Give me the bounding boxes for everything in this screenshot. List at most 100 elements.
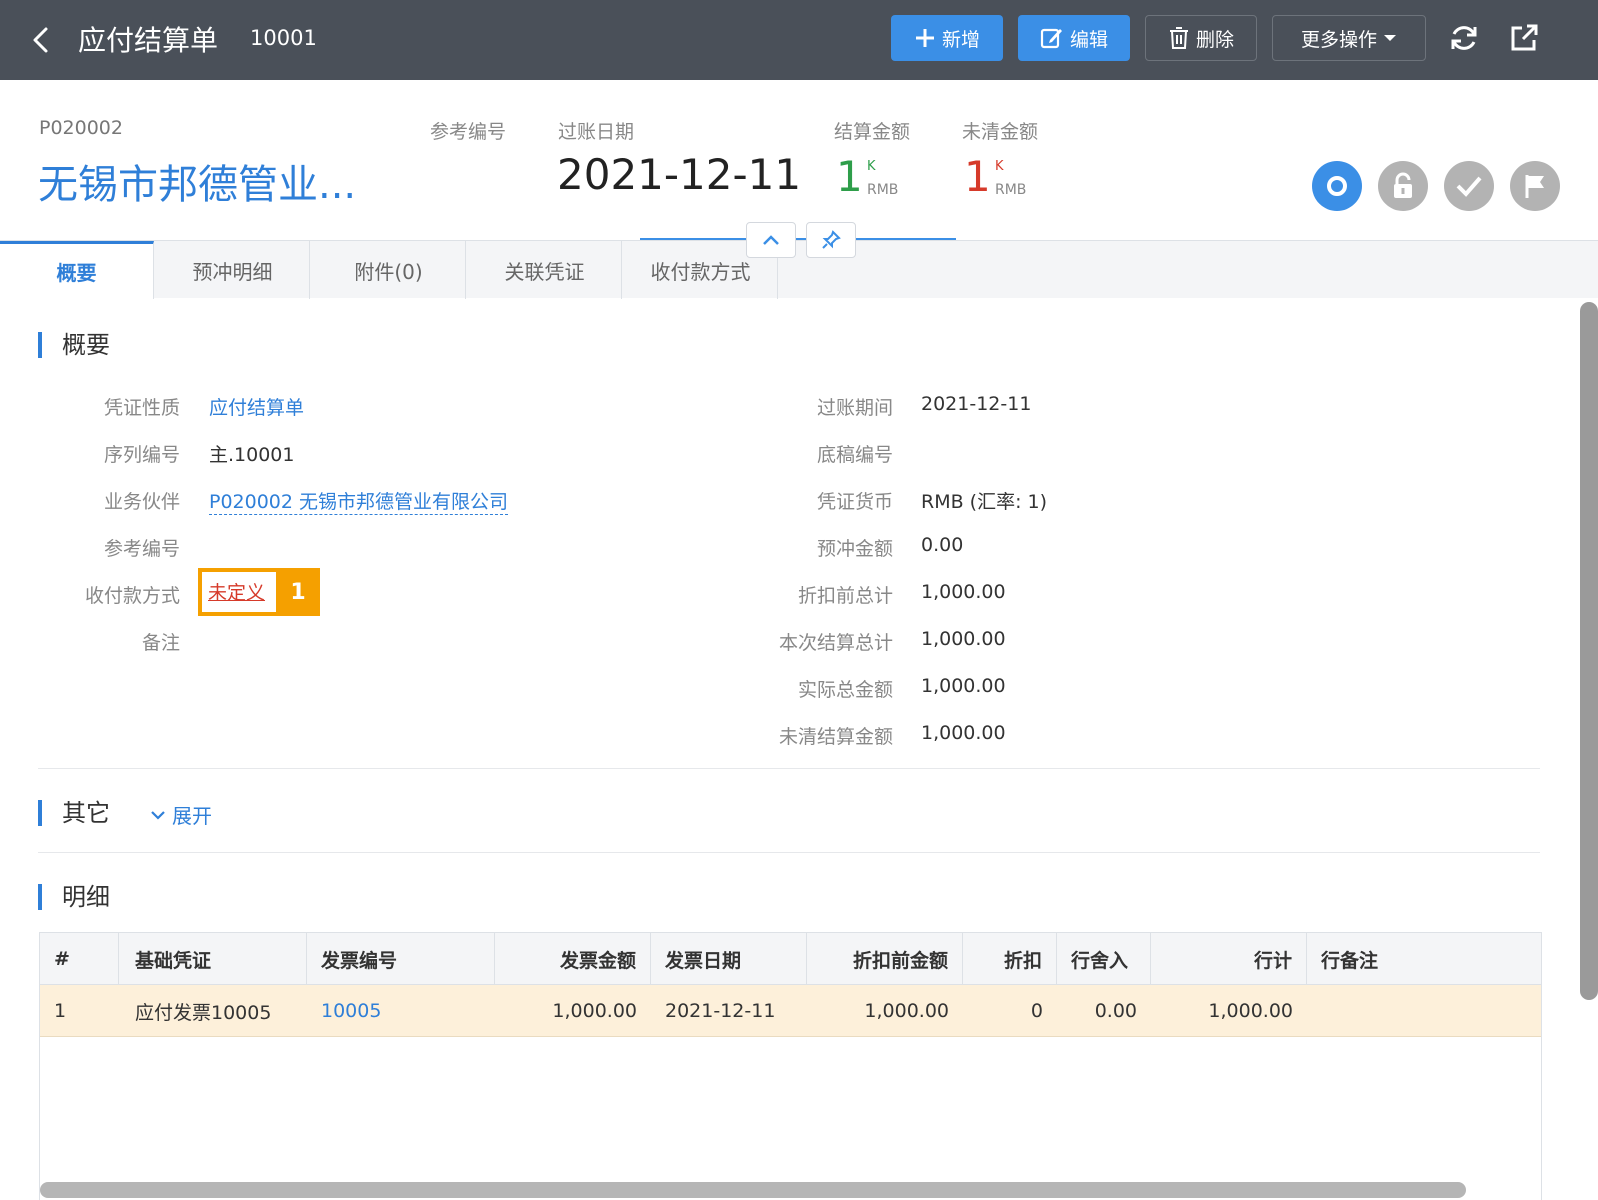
tab-indicator-line	[640, 238, 956, 240]
table-cell	[1307, 985, 1541, 1037]
other-section-title: 其它	[38, 800, 110, 826]
pin-icon	[822, 230, 841, 249]
post-date-value: 2021-12-11	[557, 150, 802, 199]
tab-related-vouchers[interactable]: 关联凭证	[468, 241, 622, 299]
post-date-label: 过账日期	[558, 121, 635, 143]
open-amount-label: 未清金额	[962, 121, 1039, 143]
chevron-down-icon	[151, 810, 165, 820]
partner-code: P020002	[39, 117, 123, 139]
column-header[interactable]: 发票金额	[495, 933, 651, 985]
page-title: 应付结算单	[78, 24, 219, 57]
table-cell: 2021-12-11	[665, 1000, 776, 1022]
pre-discount-total-value: 1,000.00	[921, 581, 1006, 603]
add-button[interactable]: 新增	[891, 15, 1003, 61]
detail-section-title: 明细	[38, 884, 110, 910]
serial-number-value: 主.10001	[209, 444, 295, 466]
delete-button-label: 删除	[1195, 28, 1234, 51]
unlock-icon[interactable]	[1378, 161, 1428, 211]
callout-badge: 1	[276, 568, 320, 616]
open-settlement-value: 1,000.00	[921, 722, 1006, 744]
business-partner-link[interactable]: P020002 无锡市邦德管业有限公司	[209, 487, 509, 515]
settle-amount-unit: K	[867, 159, 876, 174]
settle-amount-value: 1	[836, 152, 863, 201]
column-header[interactable]: 发票编号	[307, 933, 495, 985]
more-actions-dropdown[interactable]: 更多操作	[1272, 15, 1426, 61]
currency-value: RMB (汇率: 1)	[921, 491, 1048, 513]
field-label: 底稿编号	[816, 444, 893, 466]
field-label: 序列编号	[103, 444, 180, 466]
add-button-label: 新增	[941, 28, 980, 51]
field-label: 收付款方式	[84, 585, 180, 607]
invoice-number-link[interactable]: 10005	[307, 985, 495, 1037]
voucher-type-value[interactable]: 应付结算单	[209, 393, 304, 420]
column-header[interactable]: 行舍入	[1057, 933, 1151, 985]
column-header[interactable]: 行计	[1151, 933, 1307, 985]
table-cell: 1,000.00	[864, 1000, 949, 1022]
payment-method-link[interactable]: 未定义	[208, 578, 265, 605]
edit-icon	[1040, 28, 1062, 49]
settle-amount-label: 结算金额	[834, 121, 911, 143]
flag-icon[interactable]	[1510, 161, 1560, 211]
field-label: 本次结算总计	[778, 632, 893, 654]
export-icon[interactable]	[1506, 20, 1542, 56]
column-header[interactable]: 折扣	[963, 933, 1057, 985]
table-cell: 0.00	[1094, 1000, 1137, 1022]
open-amount-value: 1	[964, 152, 991, 201]
field-label: 参考编号	[103, 538, 180, 560]
column-header[interactable]: 基础凭证	[119, 933, 307, 985]
collapse-header-button[interactable]	[746, 222, 796, 258]
partner-name[interactable]: 无锡市邦德管业...	[38, 152, 356, 210]
edit-button[interactable]: 编辑	[1018, 15, 1130, 61]
tab-attachments[interactable]: 附件(0)	[312, 241, 466, 299]
settle-amount-currency: RMB	[867, 182, 899, 198]
more-actions-label: 更多操作	[1300, 28, 1377, 51]
field-label: 未清结算金额	[778, 726, 893, 748]
column-header[interactable]: 发票日期	[651, 933, 807, 985]
table-cell: 0	[1030, 1000, 1043, 1022]
field-label: 凭证性质	[103, 397, 180, 419]
field-label: 实际总金额	[797, 679, 893, 701]
field-label: 折扣前总计	[797, 585, 893, 607]
horizontal-scrollbar[interactable]	[40, 1182, 1466, 1198]
pin-button[interactable]	[806, 222, 856, 258]
check-icon[interactable]	[1444, 161, 1494, 211]
tab-summary[interactable]: 概要	[0, 241, 154, 299]
column-header[interactable]: #	[40, 933, 119, 985]
delete-button[interactable]: 删除	[1145, 15, 1257, 61]
column-header[interactable]: 行备注	[1307, 933, 1541, 985]
expand-toggle[interactable]: 展开	[150, 800, 212, 829]
table-cell: 应付发票10005	[135, 1001, 272, 1024]
detail-table: # 基础凭证 发票编号 发票金额 发票日期 折扣前金额 折扣 行舍入 行计 行备…	[39, 932, 1542, 1200]
tab-prepay-details[interactable]: 预冲明细	[156, 241, 310, 299]
posting-period-value: 2021-12-11	[921, 393, 1032, 415]
settlement-total-value: 1,000.00	[921, 628, 1006, 650]
column-header[interactable]: 折扣前金额	[807, 933, 963, 985]
open-amount-unit: K	[995, 159, 1004, 174]
top-bar: 应付结算单 10001 新增 编辑 删除 更多操作	[0, 0, 1598, 80]
field-label: 过账期间	[816, 397, 893, 419]
vertical-scrollbar[interactable]	[1580, 302, 1598, 1000]
field-label: 预冲金额	[816, 538, 893, 560]
reference-number-label: 参考编号	[430, 121, 507, 143]
field-label: 凭证货币	[816, 491, 893, 513]
section-divider	[38, 768, 1540, 769]
back-arrow-icon[interactable]	[22, 20, 62, 60]
refresh-icon[interactable]	[1446, 20, 1482, 56]
tab-bar: 概要 预冲明细 附件(0) 关联凭证 收付款方式	[0, 240, 1598, 299]
field-label: 备注	[141, 632, 180, 654]
section-divider	[38, 852, 1540, 853]
chevron-up-icon	[763, 235, 779, 245]
table-cell: 1,000.00	[552, 1000, 637, 1022]
circle-status-icon[interactable]	[1312, 161, 1362, 211]
prepay-amount-value: 0.00	[921, 534, 964, 556]
document-number: 10001	[250, 26, 317, 50]
trash-icon	[1169, 27, 1188, 49]
table-header: # 基础凭证 发票编号 发票金额 发票日期 折扣前金额 折扣 行舍入 行计 行备…	[40, 933, 1541, 985]
field-label: 业务伙伴	[103, 491, 180, 513]
summary-section-title: 概要	[38, 332, 110, 358]
expand-label: 展开	[172, 804, 212, 828]
plus-icon	[915, 29, 934, 47]
table-row[interactable]: 1 应付发票10005 10005 1,000.00 2021-12-11 1,…	[40, 985, 1541, 1037]
actual-total-value: 1,000.00	[921, 675, 1006, 697]
open-amount-currency: RMB	[995, 182, 1027, 198]
